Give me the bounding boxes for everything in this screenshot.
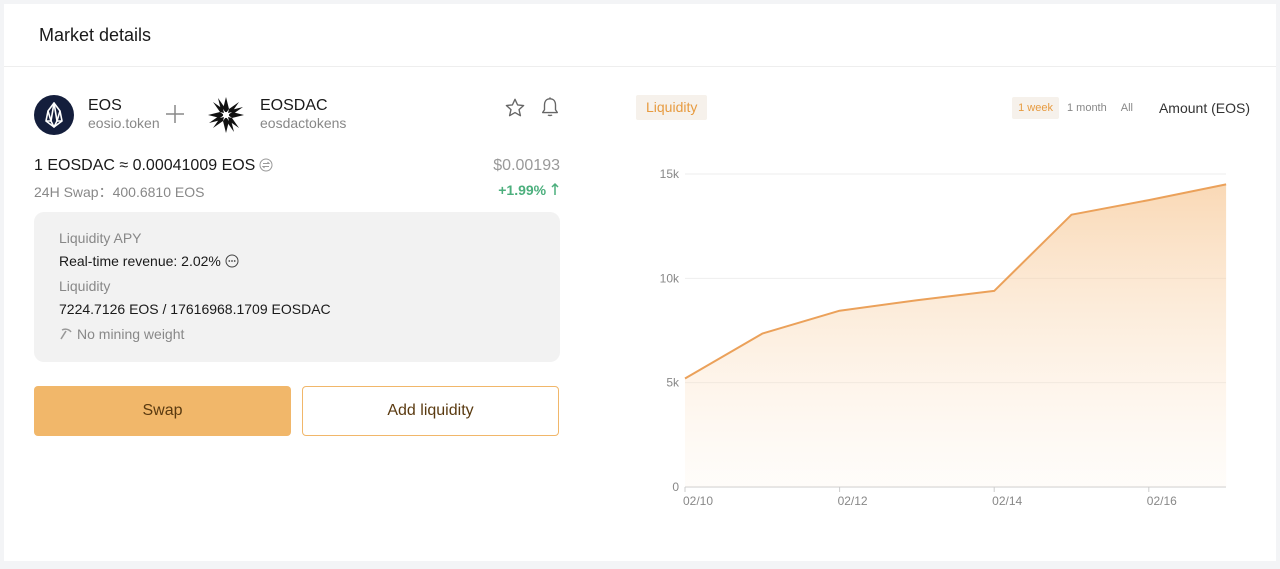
star-icon[interactable] xyxy=(504,97,526,119)
y-tick-label: 15k xyxy=(660,167,680,181)
more-icon[interactable] xyxy=(225,254,239,268)
market-details-card: Market details EOS eosio.token EOSDAC eo… xyxy=(4,4,1276,561)
y-tick-label: 5k xyxy=(666,376,680,390)
x-tick-label: 02/14 xyxy=(992,494,1022,508)
eosdac-logo xyxy=(206,95,246,135)
liquidity-area xyxy=(685,184,1227,487)
card-header: Market details xyxy=(4,4,1276,67)
price-change: +1.99% xyxy=(498,182,560,198)
x-tick-label: 02/16 xyxy=(1147,494,1177,508)
liquidity-chart: 0 5k 10k 15k 02/10 02/12 02/14 02/16 xyxy=(660,167,1227,508)
usd-price: $0.00193 xyxy=(493,157,560,174)
mining-status: No mining weight xyxy=(59,325,535,343)
exchange-rate: 1 EOSDAC ≈ 0.00041009 EOS xyxy=(34,157,273,175)
chart-panel: Liquidity 1 week 1 month All Amount (EOS… xyxy=(604,67,1276,561)
eos-logo xyxy=(34,95,74,135)
mining-text: No mining weight xyxy=(77,326,185,342)
apy-label: Liquidity APY xyxy=(59,230,142,246)
exchange-rate-text: 1 EOSDAC ≈ 0.00041009 EOS xyxy=(34,157,256,174)
price-change-value: +1.99% xyxy=(498,182,547,198)
liquidity-label: Liquidity xyxy=(59,278,111,294)
liquidity-info-box: Liquidity APY Real-time revenue: 2.02% L… xyxy=(34,212,560,362)
swap-button[interactable]: Swap xyxy=(34,386,291,436)
quote-token-contract: eosdactokens xyxy=(260,115,347,131)
revenue-row: Real-time revenue: 2.02% xyxy=(59,252,535,270)
token-pair: EOS eosio.token EOSDAC eosdactokens xyxy=(34,95,560,139)
bell-icon[interactable] xyxy=(539,96,561,118)
base-token-symbol: EOS xyxy=(88,97,122,114)
pair-info-panel: EOS eosio.token EOSDAC eosdactokens 1 EO… xyxy=(34,67,560,561)
swap-24h: 24H Swap：400.6810 EOS xyxy=(34,184,205,200)
base-token-contract: eosio.token xyxy=(88,115,160,131)
add-liquidity-button[interactable]: Add liquidity xyxy=(302,386,559,436)
pickaxe-icon xyxy=(60,328,72,340)
arrow-up-icon xyxy=(551,182,559,195)
swap-direction-icon[interactable] xyxy=(259,158,273,172)
y-tick-label: 10k xyxy=(660,271,680,285)
revenue-text: Real-time revenue: 2.02% xyxy=(59,253,221,269)
quote-token-symbol: EOSDAC xyxy=(260,97,328,114)
y-tick-label: 0 xyxy=(672,480,679,494)
page-title: Market details xyxy=(39,24,152,45)
plus-icon xyxy=(166,105,184,123)
liquidity-value: 7224.7126 EOS / 17616968.1709 EOSDAC xyxy=(59,301,331,317)
x-tick-label: 02/12 xyxy=(838,494,868,508)
x-tick-label: 02/10 xyxy=(683,494,713,508)
